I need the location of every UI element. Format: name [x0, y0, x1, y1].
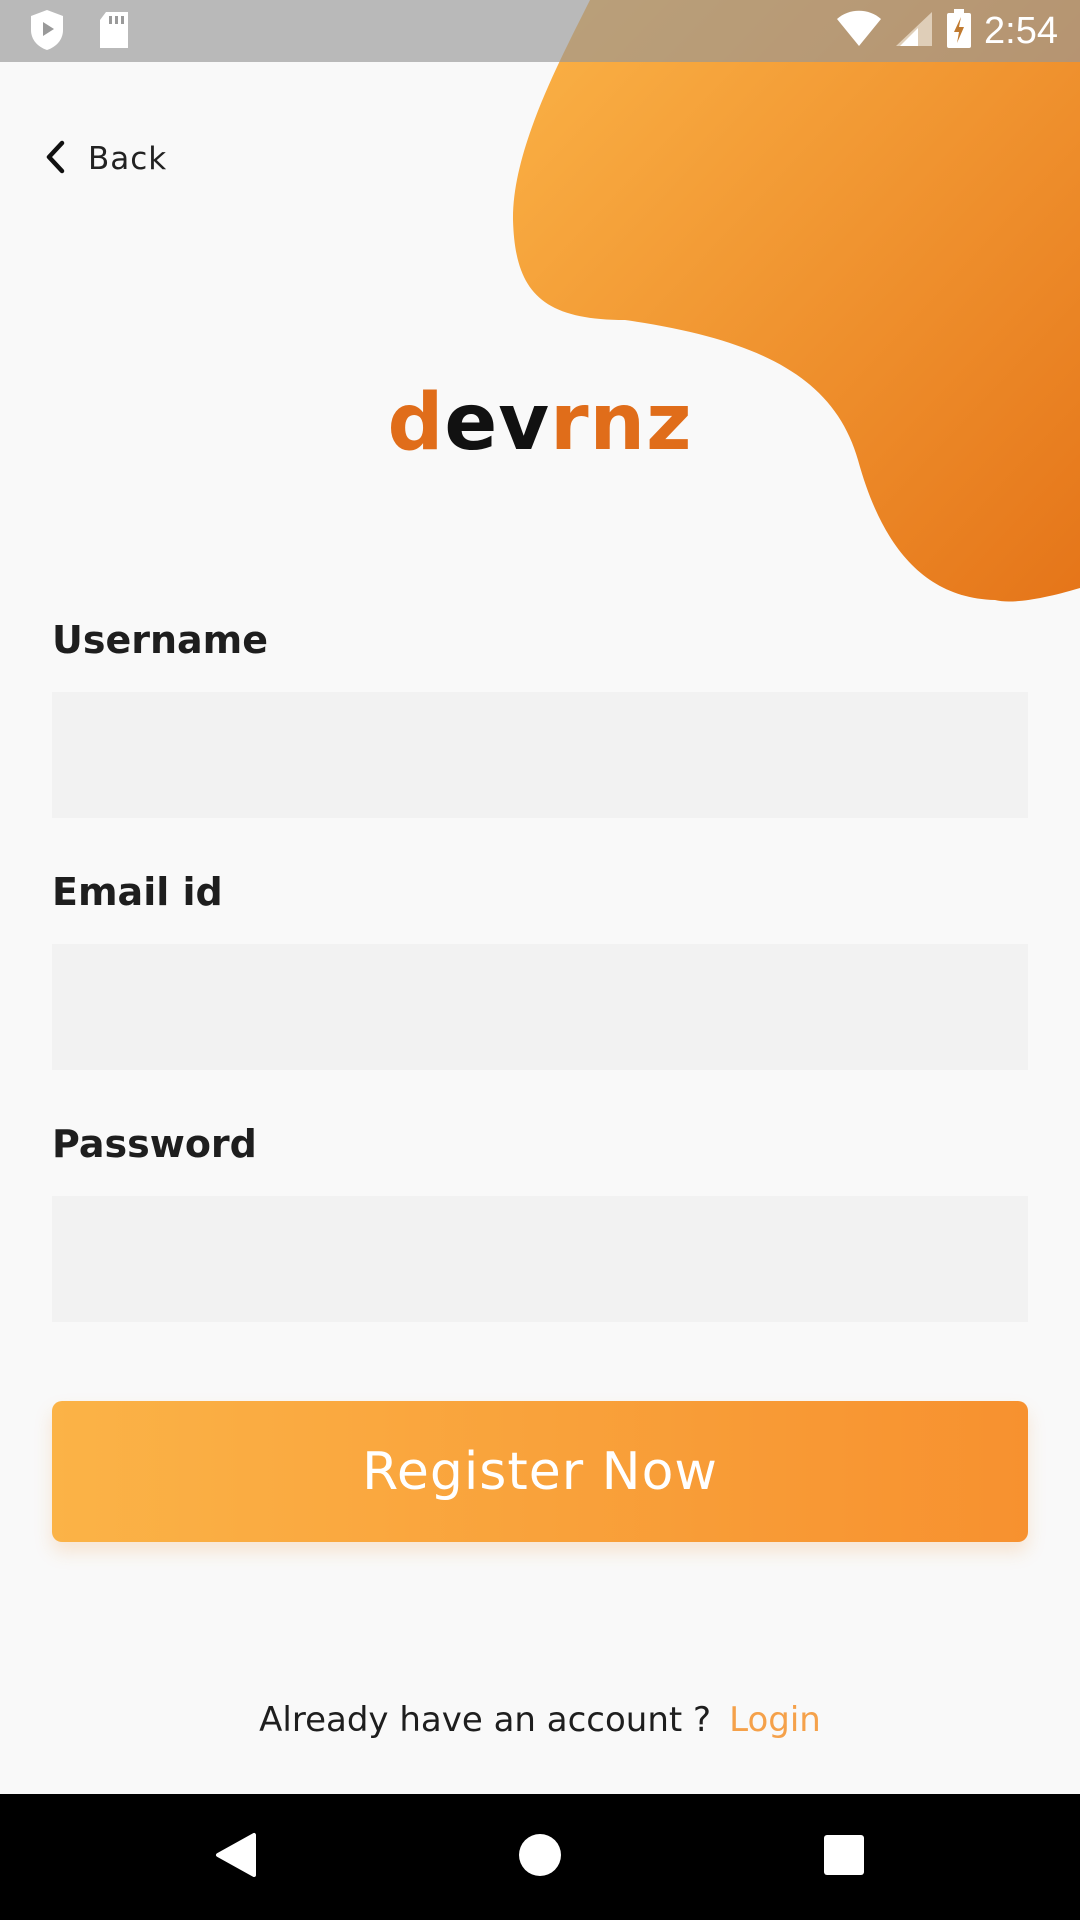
logo-part-2: ev [444, 378, 551, 468]
email-label: Email id [52, 870, 223, 914]
navigation-bar [0, 1794, 1080, 1920]
login-link[interactable]: Login [729, 1700, 821, 1740]
email-input[interactable] [52, 944, 1028, 1070]
back-button[interactable]: Back [44, 140, 167, 178]
nav-home-button[interactable] [480, 1794, 600, 1920]
back-label: Back [88, 141, 168, 177]
username-label: Username [52, 618, 269, 662]
sd-card-icon [98, 10, 130, 54]
battery-charging-icon [946, 9, 972, 53]
home-circle-icon [518, 1833, 562, 1881]
logo-part-3: rnz [550, 378, 693, 468]
nav-recents-button[interactable] [784, 1794, 904, 1920]
logo-part-1: d [387, 378, 445, 468]
decorative-blob [512, 0, 1080, 602]
register-now-button[interactable]: Register Now [52, 1401, 1028, 1542]
login-prompt: Already have an account ? Login [0, 1700, 1080, 1740]
chevron-left-icon [44, 140, 66, 178]
password-input[interactable] [52, 1196, 1028, 1322]
back-triangle-icon [214, 1831, 258, 1883]
shield-play-icon [28, 8, 66, 56]
wifi-icon [836, 10, 882, 52]
signal-icon [894, 10, 934, 52]
login-prompt-text: Already have an account ? [259, 1700, 712, 1740]
password-label: Password [52, 1122, 257, 1166]
recents-square-icon [823, 1834, 865, 1880]
status-bar: 2:54 [0, 0, 1080, 62]
nav-back-button[interactable] [176, 1794, 296, 1920]
app-logo: devrnz [0, 378, 1080, 468]
username-input[interactable] [52, 692, 1028, 818]
clock: 2:54 [984, 9, 1058, 52]
